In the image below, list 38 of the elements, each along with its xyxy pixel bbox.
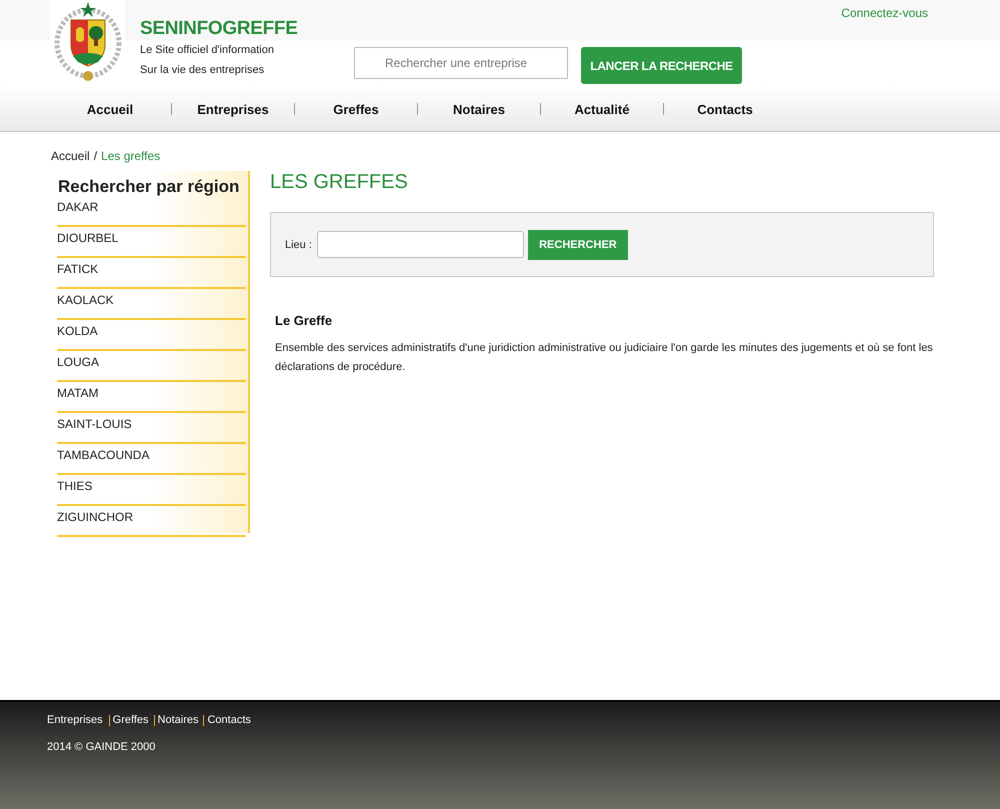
region-link[interactable]: FATICK: [57, 260, 246, 289]
sidebar-heading: Rechercher par région: [58, 176, 240, 198]
site-name: SENINFOGREFFE: [140, 18, 298, 40]
description-text: Ensemble des services administratifs d'une juridiction administrative ou judiciaire l'on garde les minutes des jugements et où se font les déclarations de procédure.: [275, 341, 934, 375]
nav-link[interactable]: Accueil: [49, 102, 171, 116]
region-link[interactable]: THIES: [57, 477, 246, 506]
nav-link[interactable]: Actualité: [541, 102, 663, 116]
search-button[interactable]: RECHERCHER: [528, 230, 628, 260]
place-field[interactable]: [316, 231, 524, 258]
footer-link[interactable]: Greffes: [110, 714, 154, 726]
search-field[interactable]: Rechercher une entreprise: [354, 47, 568, 79]
region-link[interactable]: ZIGUINCHOR: [57, 508, 246, 537]
place-label: Lieu :: [285, 238, 312, 250]
nav-link[interactable]: Entreprises: [172, 102, 294, 116]
footer-link[interactable]: Notaires: [154, 714, 204, 726]
page-title: LES GREFFES: [270, 171, 409, 193]
search-button[interactable]: LANCER LA RECHERCHE: [581, 47, 742, 84]
footer-link[interactable]: Contacts: [204, 714, 256, 726]
section-heading: Le Greffe: [275, 313, 334, 328]
region-link[interactable]: TAMBACOUNDA: [57, 446, 246, 475]
region-link[interactable]: DAKAR: [57, 198, 246, 227]
region-link[interactable]: SAINT-LOUIS: [57, 415, 246, 444]
region-link[interactable]: KOLDA: [57, 322, 246, 351]
login-link[interactable]: Connectez-vous: [841, 6, 928, 20]
region-link[interactable]: LOUGA: [57, 353, 246, 382]
footer-link[interactable]: Entreprises: [47, 714, 109, 726]
region-link[interactable]: KAOLACK: [57, 291, 246, 320]
tagline: Le Site officiel d'information: [140, 44, 275, 57]
nav-link[interactable]: Contacts: [664, 102, 786, 116]
copyright-text: 2014 © GAINDE 2000: [47, 741, 156, 753]
region-link[interactable]: DIOURBEL: [57, 229, 246, 258]
breadcrumb-link[interactable]: Les greffes: [101, 149, 160, 163]
nav-link[interactable]: Notaires: [418, 102, 540, 116]
breadcrumb-link[interactable]: Accueil: [51, 149, 90, 163]
nav-link[interactable]: Greffes: [295, 102, 417, 116]
tagline: Sur la vie des entreprises: [140, 64, 266, 77]
breadcrumb-separator: /: [94, 149, 98, 163]
region-link[interactable]: MATAM: [57, 384, 246, 413]
